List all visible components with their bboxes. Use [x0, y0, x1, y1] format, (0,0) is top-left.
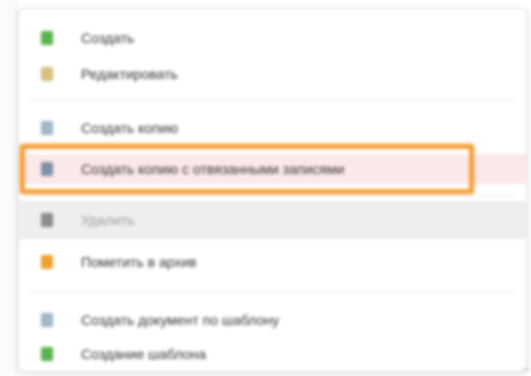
pencil-icon — [41, 67, 53, 81]
menu-item-delete[interactable]: Удалить — [19, 201, 526, 239]
menu-item-create-from-template[interactable]: Создать документ по шаблону — [19, 305, 526, 335]
annotation-highlight-frame — [20, 144, 474, 194]
template-document-icon — [41, 313, 53, 327]
menu-item-label: Удалить — [81, 212, 135, 228]
menu-divider — [29, 195, 516, 196]
menu-item-create[interactable]: Создать — [19, 23, 526, 53]
menu-item-edit[interactable]: Редактировать — [19, 59, 526, 89]
copy-icon — [41, 121, 53, 135]
archive-star-icon — [41, 255, 53, 269]
menu-item-label: Создать — [81, 30, 135, 46]
menu-item-label: Редактировать — [81, 66, 178, 82]
template-create-icon — [41, 347, 53, 361]
menu-item-label: Создать документ по шаблону — [81, 312, 280, 328]
menu-item-archive[interactable]: Пометить в архив — [19, 247, 526, 277]
menu-item-create-copy[interactable]: Создать копию — [19, 113, 526, 143]
menu-divider — [29, 99, 516, 100]
menu-item-create-template[interactable]: Создание шаблона — [19, 339, 526, 369]
delete-icon — [41, 213, 53, 227]
plus-green-icon — [41, 31, 53, 45]
background-panel-edge — [0, 0, 17, 376]
menu-item-label: Создать копию — [81, 120, 179, 136]
menu-item-label: Создание шаблона — [81, 346, 207, 362]
menu-divider — [29, 291, 516, 292]
corner-mark — [523, 369, 529, 370]
screenshot-stage: Создать Редактировать Создать копию Созд… — [0, 0, 531, 376]
menu-item-label: Пометить в архив — [81, 254, 197, 270]
